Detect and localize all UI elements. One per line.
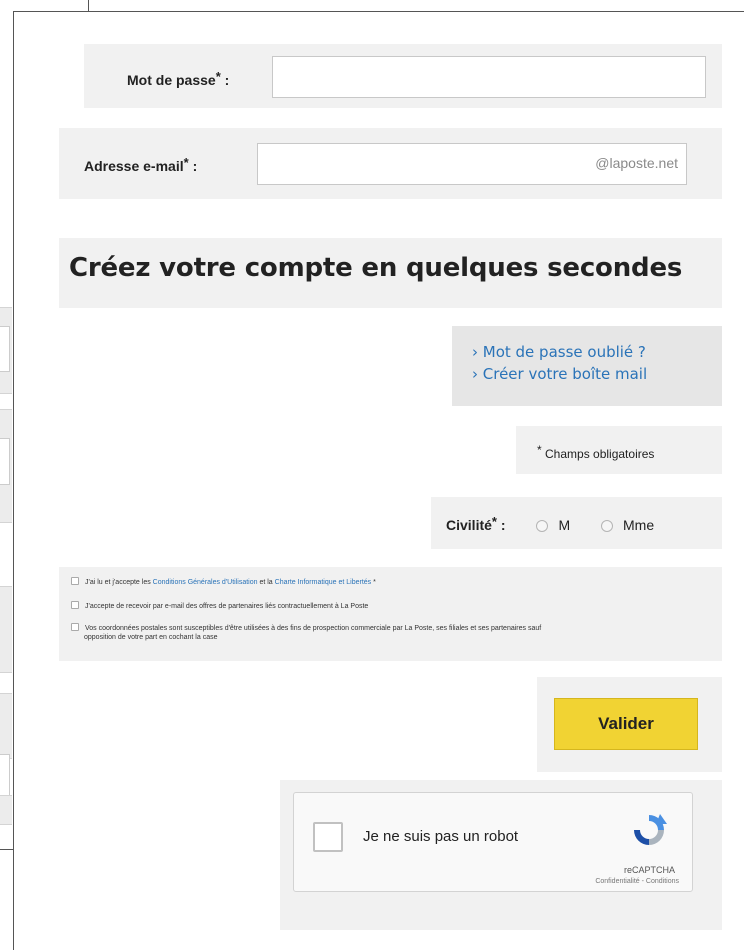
recaptcha-brand: reCAPTCHA — [623, 865, 675, 875]
email-domain-suffix: @laposte.net — [595, 155, 678, 171]
civility-option-m: M — [558, 517, 571, 533]
background-form-row — [0, 693, 12, 759]
partner-offers-checkbox[interactable] — [71, 601, 79, 609]
email-label: Adresse e-mail* : — [84, 155, 198, 174]
background-form-row — [0, 795, 12, 825]
civility-radio-mme[interactable] — [601, 520, 614, 532]
email-input[interactable]: @laposte.net — [257, 143, 687, 185]
submit-button[interactable]: Valider — [554, 698, 698, 750]
terms-line-1: J'ai lu et j'accepte les Conditions Géné… — [71, 577, 376, 587]
account-links: › Mot de passe oublié ? › Créer votre bo… — [452, 326, 722, 406]
recaptcha-checkbox[interactable] — [313, 822, 343, 852]
cgu-link[interactable]: Conditions Générales d'Utilisation — [153, 579, 258, 586]
password-label: Mot de passe* : — [127, 69, 230, 88]
background-input — [0, 326, 10, 372]
background-input — [0, 754, 10, 796]
terms-line-2: J'accepte de recevoir par e-mail des off… — [71, 601, 368, 611]
civility-group: Civilité* : M Mme — [446, 514, 654, 535]
forgot-password-link[interactable]: › Mot de passe oublié ? — [472, 341, 647, 363]
background-form-row — [0, 586, 12, 673]
background-input — [0, 438, 10, 485]
terms-checkbox[interactable] — [71, 577, 79, 585]
required-fields-note: * Champs obligatoires — [537, 443, 655, 461]
charter-link[interactable]: Charte Informatique et Libertés — [275, 579, 372, 586]
recaptcha-label: Je ne suis pas un robot — [363, 828, 519, 845]
postal-opposition-checkbox[interactable] — [71, 623, 79, 631]
account-form-panel: Mot de passe* : Adresse e-mail* : @lapos… — [13, 11, 744, 950]
civility-option-mme: Mme — [623, 517, 655, 533]
recaptcha-widget: Je ne suis pas un robot reCAPTCHA Confid… — [293, 792, 693, 892]
civility-radio-m[interactable] — [536, 520, 549, 532]
page-title: Créez votre compte en quelques secondes — [69, 253, 683, 283]
recaptcha-logo-icon — [634, 814, 667, 845]
background-divider — [0, 849, 14, 850]
civility-label: Civilité* : — [446, 514, 506, 533]
password-input[interactable] — [272, 56, 706, 98]
recaptcha-privacy-links[interactable]: Confidentialité - Conditions — [595, 878, 679, 885]
terms-line-3: Vos coordonnées postales sont susceptibl… — [71, 623, 711, 642]
create-mailbox-link[interactable]: › Créer votre boîte mail — [472, 363, 647, 385]
